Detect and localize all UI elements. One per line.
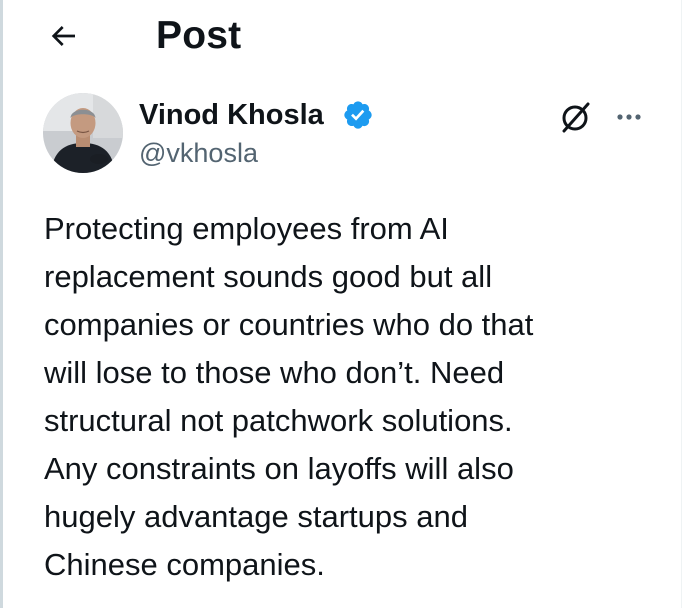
arrow-left-icon bbox=[51, 26, 75, 46]
more-horizontal-icon bbox=[617, 114, 641, 120]
avatar[interactable] bbox=[43, 93, 123, 173]
back-button[interactable] bbox=[39, 14, 87, 58]
author-handle[interactable]: @vkhosla bbox=[139, 137, 258, 169]
post-text-line: will lose to those who don’t. Need bbox=[44, 355, 505, 390]
post-author: Vinod Khosla @vkhosla bbox=[43, 93, 663, 175]
avatar-photo bbox=[43, 93, 123, 173]
grok-icon bbox=[562, 102, 590, 133]
post-text-line: Protecting employees from AI bbox=[44, 211, 449, 246]
post-text-line: companies or countries who do that bbox=[44, 307, 534, 342]
post-text-line: hugely advantage startups and bbox=[44, 499, 468, 534]
author-display-name[interactable]: Vinod Khosla bbox=[139, 97, 324, 133]
verified-badge-icon[interactable] bbox=[342, 99, 374, 131]
post-text-line: Chinese companies. bbox=[44, 547, 325, 582]
post-text: Protecting employees from AI replacement… bbox=[44, 205, 644, 589]
post-text-line: Any constraints on layoffs will also bbox=[44, 451, 514, 486]
post-page: Post Vinod Khosla @vkhosla Protecting em… bbox=[0, 0, 682, 608]
more-options-button[interactable] bbox=[609, 97, 649, 137]
top-bar: Post bbox=[3, 0, 681, 70]
grok-button[interactable] bbox=[556, 97, 596, 137]
post-text-line: structural not patchwork solutions. bbox=[44, 403, 513, 438]
page-title: Post bbox=[156, 14, 242, 57]
post-text-line: replacement sounds good but all bbox=[44, 259, 493, 294]
